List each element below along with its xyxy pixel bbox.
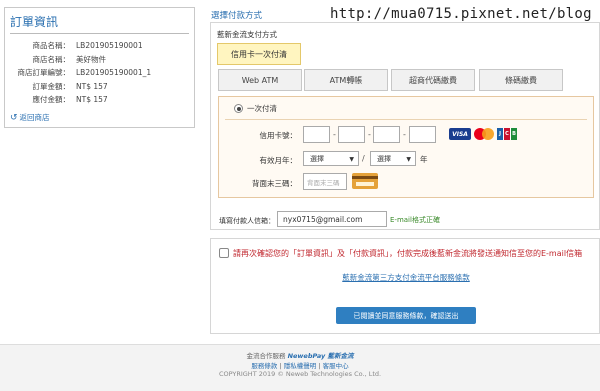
divider: [225, 119, 587, 120]
footer-link-support[interactable]: 客服中心: [323, 362, 349, 370]
card-number-input-4[interactable]: [409, 126, 436, 143]
card-number-input-2[interactable]: [338, 126, 365, 143]
newebpay-logo: NewebPay 藍新金流: [287, 352, 354, 360]
card-number-label: 信用卡號：: [259, 131, 298, 140]
submit-button[interactable]: 已閱讀並同意服務條款，確認送出: [336, 307, 476, 324]
mastercard-logo-icon: [474, 128, 494, 140]
back-to-store-link[interactable]: ↺ 返回商店: [10, 112, 50, 123]
order-info-table: 商品名稱： LB201905190001 商店名稱： 美好物件 商店訂單編號： LB2…: [10, 39, 189, 107]
one-time-label: 一次付清: [247, 104, 277, 113]
card-number-input-1[interactable]: [303, 126, 330, 143]
tab-cvs-code[interactable]: 超商代碼繳費: [391, 69, 475, 91]
slash: /: [362, 154, 365, 163]
order-row: 訂單金額： NT$ 157: [32, 81, 108, 91]
cvv-card-icon: [352, 173, 378, 189]
year-suffix: 年: [420, 155, 428, 164]
tab-credit-card[interactable]: 信用卡一次付清: [217, 43, 301, 65]
visa-logo-icon: VISA: [449, 128, 471, 140]
confirm-checkbox[interactable]: [219, 248, 229, 258]
footer-link-terms[interactable]: 服務條款: [251, 362, 277, 370]
dash: -: [333, 130, 336, 139]
jcb-logo-icon: J C B: [497, 128, 517, 140]
footer-links: 服務條款 | 隱私權聲明 | 客服中心: [251, 362, 349, 370]
expiry-month-select[interactable]: 選擇 ▼: [303, 151, 359, 166]
payment-box-title: 藍新金流支付方式: [217, 30, 277, 39]
dash: -: [368, 130, 371, 139]
order-row: 商店名稱： 美好物件: [32, 54, 107, 64]
email-input[interactable]: nyx0715@gmail.com: [277, 211, 387, 227]
back-to-store-label: 返回商店: [19, 113, 50, 122]
one-time-option[interactable]: 一次付清: [234, 103, 277, 114]
email-valid-hint: E-mail格式正確: [390, 216, 440, 224]
payment-heading: 選擇付款方式: [211, 11, 263, 21]
order-row: 應付金額： NT$ 157: [32, 95, 108, 105]
chevron-down-icon: ▼: [349, 156, 354, 163]
footer-copyright: COPYRIGHT 2019 © Neweb Technologies Co.,…: [218, 370, 382, 378]
footer-provider: 金流合作服務 NewebPay 藍新金流: [246, 352, 354, 360]
card-number-input-3[interactable]: [373, 126, 400, 143]
confirm-box: 請再次確認您的「訂單資訊」及「付款資訊」，付款完成後藍新金流將發送通知信至您的E…: [210, 238, 600, 334]
payment-box: 藍新金流支付方式 信用卡一次付清 Web ATM ATM轉帳 超商代碼繳費 條碼…: [210, 22, 600, 230]
email-label: 填寫付款人信箱：: [219, 217, 275, 225]
footer-link-privacy[interactable]: 隱私權聲明: [284, 362, 317, 370]
return-arrow-icon: ↺: [10, 112, 18, 123]
order-row: 商品名稱： LB201905190001: [32, 41, 143, 51]
terms-link[interactable]: 藍新金流第三方支付金流平台服務條款: [211, 272, 600, 283]
chevron-down-icon: ▼: [406, 156, 411, 163]
expiry-label: 有效月年：: [259, 156, 298, 165]
one-time-radio[interactable]: [234, 104, 243, 113]
footer: 金流合作服務 NewebPay 藍新金流 服務條款 | 隱私權聲明 | 客服中心…: [0, 344, 600, 391]
confirm-text: 請再次確認您的「訂單資訊」及「付款資訊」，付款完成後藍新金流將發送通知信至您的E…: [233, 249, 583, 258]
tab-web-atm[interactable]: Web ATM: [218, 69, 302, 91]
cvv-input[interactable]: 背面末三碼: [303, 173, 347, 190]
expiry-year-select[interactable]: 選擇 ▼: [370, 151, 416, 166]
dash: -: [403, 130, 406, 139]
order-info-panel: 訂單資訊 商品名稱： LB201905190001 商店名稱： 美好物件 商店訂單編…: [4, 7, 195, 128]
order-row: 商店訂單編號： LB201905190001_1: [17, 68, 152, 78]
blog-watermark: http://mua0715.pixnet.net/blog: [330, 6, 592, 22]
credit-card-form: 一次付清 信用卡號： - - - VISA J C B 有效月年： 選擇 ▼ /…: [218, 96, 594, 198]
cvv-label: 背面末三碼：: [252, 179, 297, 188]
tab-barcode[interactable]: 條碼繳費: [479, 69, 563, 91]
order-info-title: 訂單資訊: [10, 13, 189, 34]
tab-atm-transfer[interactable]: ATM轉帳: [304, 69, 388, 91]
